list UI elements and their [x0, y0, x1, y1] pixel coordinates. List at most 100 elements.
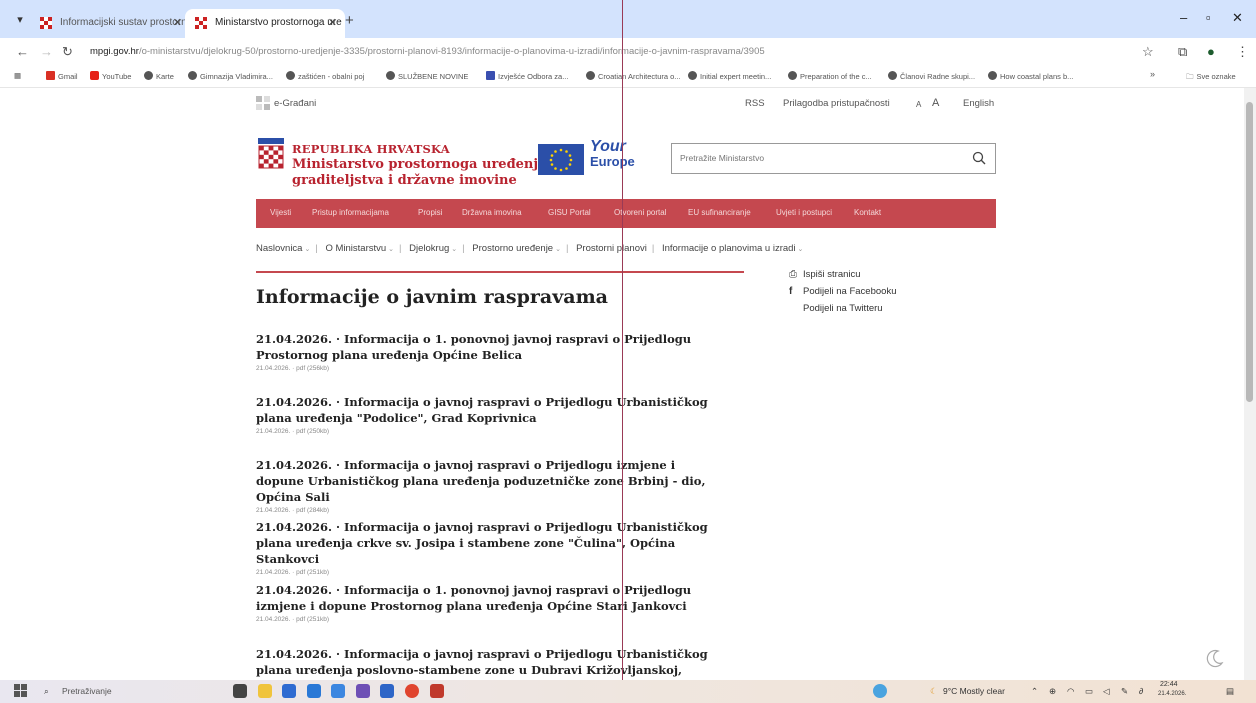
news-meta[interactable]: 21.04.2026. · pdf (251kb): [256, 569, 726, 576]
news-headline[interactable]: 21.04.2026. · Informacija o javnoj raspr…: [256, 457, 726, 505]
bookmark-initial-expert[interactable]: Initial expert meetin...: [688, 71, 771, 81]
task-view-icon[interactable]: [233, 684, 247, 698]
font-increase-button[interactable]: A: [932, 97, 939, 109]
tray-chevron-up-icon[interactable]: ⌃: [1031, 686, 1038, 697]
notifications-icon[interactable]: ▤: [1226, 686, 1234, 697]
close-tab-icon[interactable]: ✕: [173, 16, 182, 29]
bookmark-preparation[interactable]: Preparation of the c...: [788, 71, 872, 81]
news-headline[interactable]: 21.04.2026. · Informacija o javnoj raspr…: [256, 519, 726, 567]
bookmark-gimnazija[interactable]: Gimnazija Vladimira...: [188, 71, 273, 81]
list-item[interactable]: 21.04.2026. · Informacija o javnoj raspr…: [256, 519, 726, 576]
breadcrumb-prostorno-uredenje[interactable]: Prostorno uređenje: [472, 243, 553, 254]
weather-app-icon[interactable]: [873, 684, 887, 698]
print-page-link[interactable]: ⎙ Ispiši stranicu: [789, 269, 861, 280]
bookmark-izvjesce[interactable]: Izvješće Odbora za...: [486, 71, 568, 81]
share-twitter-link[interactable]: Podijeli na Twitteru: [789, 303, 883, 314]
your-europe-logo[interactable]: Your Europe: [590, 138, 635, 169]
taskbar-search-box[interactable]: Pretraživanje: [62, 686, 112, 696]
list-item[interactable]: 21.04.2026. · Informacija o javnoj raspr…: [256, 394, 726, 435]
news-meta[interactable]: 21.04.2026. · pdf (284kb): [256, 507, 726, 514]
new-tab-button[interactable]: +: [345, 12, 354, 29]
nav-pristup-informacijama[interactable]: Pristup informacijama: [312, 208, 389, 217]
dark-mode-moon-icon[interactable]: [1205, 648, 1225, 668]
tray-language-icon[interactable]: ∂: [1139, 686, 1143, 696]
breadcrumb-djelokrug[interactable]: Djelokrug: [409, 243, 449, 254]
news-headline[interactable]: 21.04.2026. · Informacija o 1. ponovnoj …: [256, 331, 726, 363]
search-icon[interactable]: [972, 151, 986, 165]
bookmark-croatian-architectura[interactable]: Croatian Architectura o...: [586, 71, 681, 81]
profile-avatar-icon[interactable]: ●: [1207, 44, 1215, 59]
news-meta[interactable]: 21.04.2026. · pdf (250kb): [256, 428, 726, 435]
tray-pen-icon[interactable]: ✎: [1121, 686, 1128, 697]
nav-vijesti[interactable]: Vijesti: [270, 208, 291, 217]
news-headline[interactable]: 21.04.2026. · Informacija o 1. ponovnoj …: [256, 582, 726, 614]
file-explorer-icon[interactable]: [258, 684, 272, 698]
chrome-browser-icon[interactable]: [405, 684, 419, 698]
news-meta[interactable]: 21.04.2026. · pdf (256kb): [256, 365, 726, 372]
all-bookmarks-folder[interactable]: 🗀 Sve oznake: [1186, 71, 1236, 84]
tab-search-chevron-icon[interactable]: ▾: [10, 10, 30, 30]
scrollbar-thumb[interactable]: [1246, 102, 1253, 402]
list-item[interactable]: 21.04.2026. · Informacija o javnoj raspr…: [256, 646, 726, 680]
bookmark-zasticeni[interactable]: zaštićen - obalni poj: [286, 71, 364, 81]
nav-uvjeti-i-postupci[interactable]: Uvjeti i postupci: [776, 208, 832, 217]
list-item[interactable]: 21.04.2026. · Informacija o 1. ponovnoj …: [256, 331, 726, 372]
share-facebook-link[interactable]: f Podijeli na Facebooku: [789, 286, 896, 297]
nav-drzavna-imovina[interactable]: Državna imovina: [462, 208, 522, 217]
bookmark-coastal-plans[interactable]: How coastal plans b...: [988, 71, 1073, 81]
edge-browser-icon[interactable]: [331, 684, 345, 698]
ministry-name[interactable]: REPUBLIKA HRVATSKA Ministarstvo prostorn…: [292, 142, 551, 188]
taskbar-date[interactable]: 21.4.2026.: [1158, 691, 1186, 697]
bookmark-gmail[interactable]: Gmail: [46, 71, 78, 81]
menu-dots-icon[interactable]: ⋮: [1236, 44, 1249, 60]
nav-eu-sufinanciranje[interactable]: EU sufinanciranje: [688, 208, 751, 217]
tray-wifi-icon[interactable]: ◠: [1067, 686, 1074, 697]
bookmark-youtube[interactable]: YouTube: [90, 71, 131, 81]
font-decrease-button[interactable]: A: [916, 100, 921, 109]
e-gradani-link[interactable]: e-Građani: [274, 98, 316, 109]
back-icon[interactable]: ←: [16, 44, 29, 59]
bookmark-karte[interactable]: Karte: [144, 71, 174, 81]
nav-propisi[interactable]: Propisi: [418, 208, 442, 217]
rss-link[interactable]: RSS: [745, 98, 765, 109]
minimize-icon[interactable]: –: [1180, 10, 1187, 25]
browser-tab-2-active[interactable]: Ministarstvo prostornoga ure ✕: [185, 9, 345, 38]
news-meta[interactable]: 21.04.2026. · pdf (251kb): [256, 616, 726, 623]
tray-network-icon[interactable]: ⊕: [1049, 686, 1056, 697]
extensions-puzzle-icon[interactable]: ⧉: [1178, 44, 1187, 60]
close-window-icon[interactable]: ✕: [1232, 10, 1243, 26]
english-link[interactable]: English: [963, 98, 994, 109]
page-scrollbar[interactable]: [1244, 88, 1256, 680]
breadcrumb-naslovnica[interactable]: Naslovnica: [256, 243, 302, 254]
croatian-coat-of-arms-logo[interactable]: [256, 138, 286, 172]
site-search-input[interactable]: [672, 144, 952, 171]
close-tab-icon[interactable]: ✕: [328, 16, 337, 29]
breadcrumb-informacije-o-planovima[interactable]: Informacije o planovima u izradi: [662, 243, 796, 254]
news-headline[interactable]: 21.04.2026. · Informacija o javnoj raspr…: [256, 646, 726, 680]
nav-kontakt[interactable]: Kontakt: [854, 208, 881, 217]
word-app-icon[interactable]: [380, 684, 394, 698]
apps-grid-icon[interactable]: ▦: [14, 71, 21, 80]
weather-readout[interactable]: 9°C Mostly clear: [943, 686, 1005, 696]
breadcrumb-o-ministarstvu[interactable]: O Ministarstvu: [325, 243, 386, 254]
windows-start-icon[interactable]: [14, 684, 28, 698]
bookmark-star-icon[interactable]: ☆: [1142, 44, 1154, 60]
pdf-reader-icon[interactable]: [430, 684, 444, 698]
maximize-icon[interactable]: ▫: [1206, 10, 1211, 25]
browser-tab-1[interactable]: Informacijski sustav prostorno ✕: [30, 9, 190, 38]
list-item[interactable]: 21.04.2026. · Informacija o javnoj raspr…: [256, 457, 726, 514]
nav-gisu-portal[interactable]: GISU Portal: [548, 208, 591, 217]
breadcrumb-prostorni-planovi[interactable]: Prostorni planovi: [576, 243, 647, 254]
reload-icon[interactable]: ↻: [62, 44, 73, 60]
accessibility-link[interactable]: Prilagodba pristupačnosti: [783, 98, 890, 109]
eu-flag-icon[interactable]: [538, 144, 584, 175]
bookmark-sluzbene-novine[interactable]: SLUŽBENE NOVINE: [386, 71, 468, 81]
forward-icon[interactable]: →: [40, 44, 53, 59]
taskbar-time[interactable]: 22:44: [1160, 681, 1178, 688]
tray-volume-icon[interactable]: ◁: [1103, 686, 1110, 697]
news-headline[interactable]: 21.04.2026. · Informacija o javnoj raspr…: [256, 394, 726, 426]
tray-battery-icon[interactable]: ▭: [1085, 686, 1093, 697]
bookmark-clanovi[interactable]: Članovi Radne skupi...: [888, 71, 975, 81]
url-field[interactable]: mpgi.gov.hr/o-ministarstvu/djelokrug-50/…: [84, 41, 1134, 63]
mail-app-icon[interactable]: [282, 684, 296, 698]
